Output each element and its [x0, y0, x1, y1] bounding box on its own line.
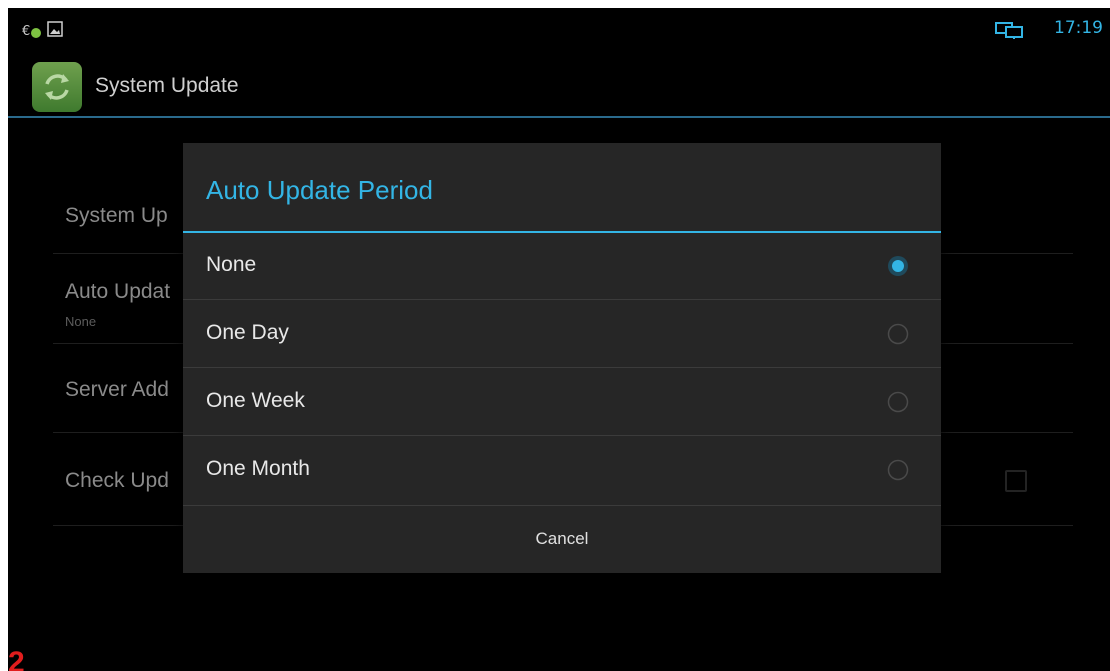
pref-title: Server Add — [65, 378, 169, 401]
dialog-title: Auto Update Period — [206, 175, 433, 205]
radio-unselected-icon[interactable] — [886, 390, 910, 414]
network-icon — [995, 22, 1023, 39]
usb-icon: € — [22, 24, 41, 39]
radio-unselected-icon[interactable] — [886, 322, 910, 346]
radio-unselected-icon[interactable] — [886, 458, 910, 482]
svg-text:€: € — [22, 24, 30, 39]
status-time: 17:19 — [1054, 18, 1103, 38]
auto-update-period-dialog: Auto Update Period None One Day One Week — [183, 143, 941, 573]
option-label: One Week — [206, 389, 305, 412]
option-none[interactable]: None — [183, 233, 941, 300]
action-bar: System Update — [8, 48, 1110, 118]
pref-summary: None — [65, 314, 97, 329]
check-update-checkbox[interactable] — [1005, 470, 1027, 492]
pref-title: Check Upd — [65, 469, 169, 492]
refresh-icon — [45, 74, 69, 100]
image-icon — [47, 21, 63, 37]
system-update-icon[interactable] — [32, 62, 82, 112]
radio-selected-icon[interactable] — [886, 254, 910, 278]
status-bar: € 17:19 — [8, 8, 1110, 48]
cancel-button[interactable]: Cancel — [183, 506, 941, 573]
option-divider — [183, 299, 941, 300]
option-label: One Month — [206, 457, 310, 480]
option-divider — [183, 435, 941, 436]
screen: € 17:19 System Update System Up Auto Upd… — [8, 8, 1110, 671]
pref-title: Auto Updat — [65, 280, 171, 303]
option-one-day[interactable]: One Day — [183, 301, 941, 368]
option-label: None — [206, 253, 257, 276]
option-one-month[interactable]: One Month — [183, 437, 941, 504]
option-divider — [183, 367, 941, 368]
option-one-week[interactable]: One Week — [183, 369, 941, 436]
step-number-annotation: 2 — [8, 646, 25, 671]
app-title: System Update — [95, 74, 239, 97]
option-label: One Day — [206, 321, 289, 344]
pref-title: System Up — [65, 204, 168, 227]
action-bar-divider — [8, 116, 1110, 118]
